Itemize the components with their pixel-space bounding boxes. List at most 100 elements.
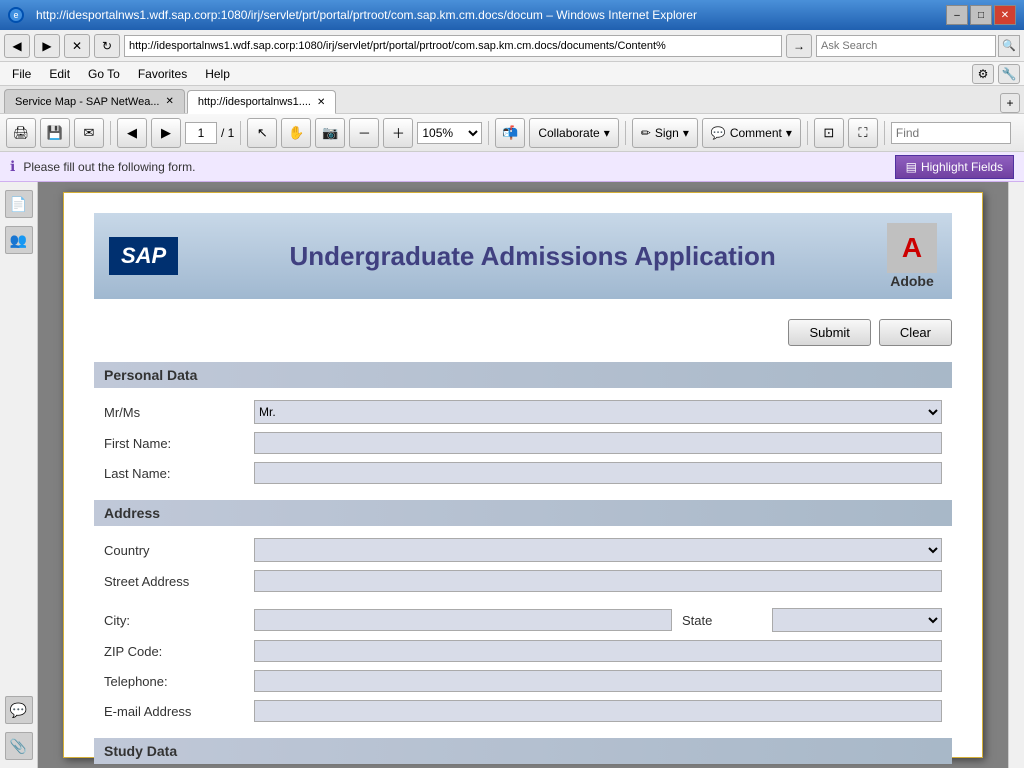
main-layout: 📄 👥 💬 📎 SAP Undergraduate Admissions App… — [0, 182, 1024, 768]
sidebar-comment-icon[interactable]: 💬 — [5, 696, 33, 724]
zoom-in-button[interactable]: ＋ — [383, 118, 413, 148]
country-label: Country — [104, 538, 244, 562]
page-number-input[interactable] — [185, 122, 217, 144]
clear-button[interactable]: Clear — [879, 319, 952, 346]
zoom-select[interactable]: 105% — [417, 122, 482, 144]
highlight-fields-button[interactable]: ▤ Highlight Fields — [895, 155, 1014, 179]
address-header: Address — [94, 500, 952, 526]
city-label: City: — [104, 613, 244, 628]
personal-data-grid: Mr/Ms Mr. Ms. Mrs. Dr. First Name: Last … — [94, 400, 952, 484]
comment-arrow: ▾ — [786, 126, 792, 140]
sidebar-pages-icon[interactable]: 📄 — [5, 190, 33, 218]
find-input[interactable] — [891, 122, 1011, 144]
refresh-button[interactable]: ↻ — [94, 34, 120, 58]
page-total: / 1 — [221, 126, 234, 140]
email-input[interactable] — [254, 700, 942, 722]
toolbar-sep-3 — [488, 121, 489, 145]
maximize-button[interactable]: □ — [970, 5, 992, 25]
notification-message: Please fill out the following form. — [23, 160, 195, 174]
study-data-header: Study Data — [94, 738, 952, 764]
notification-bar: ℹ Please fill out the following form. ▤ … — [0, 152, 1024, 182]
toolbar-sep-5 — [807, 121, 808, 145]
snapshot-button[interactable]: 📷 — [315, 118, 345, 148]
tab-service-map-label: Service Map - SAP NetWea... — [15, 96, 159, 108]
street-input[interactable] — [254, 570, 942, 592]
comment-button[interactable]: 💬 Comment ▾ — [702, 118, 801, 148]
telephone-input[interactable] — [254, 670, 942, 692]
zip-input[interactable] — [254, 640, 942, 662]
personal-data-header: Personal Data — [94, 362, 952, 388]
firstname-input[interactable] — [254, 432, 942, 454]
sign-label: Sign — [655, 126, 679, 140]
menu-bar: File Edit Go To Favorites Help ⚙ 🔧 — [0, 62, 1024, 86]
highlight-icon: ▤ — [906, 160, 917, 174]
sidebar-bookmarks-icon[interactable]: 👥 — [5, 226, 33, 254]
tab-idesportal[interactable]: http://idesportalnws1.... ✕ — [187, 90, 337, 114]
save-button[interactable]: 💾 — [40, 118, 70, 148]
sidebar-attach-icon[interactable]: 📎 — [5, 732, 33, 760]
search-submit-button[interactable]: 🔍 — [998, 35, 1020, 57]
tab-service-map-close[interactable]: ✕ — [165, 96, 173, 107]
minimize-button[interactable]: – — [946, 5, 968, 25]
content-area: SAP Undergraduate Admissions Application… — [38, 182, 1008, 768]
prev-page-button[interactable]: ◀ — [117, 118, 147, 148]
menu-favorites[interactable]: Favorites — [130, 65, 195, 83]
tools-button[interactable]: 🔧 — [998, 64, 1020, 84]
next-page-button[interactable]: ▶ — [151, 118, 181, 148]
tab-service-map[interactable]: Service Map - SAP NetWea... ✕ — [4, 89, 185, 113]
sign-icon: ✏ — [641, 126, 651, 140]
sidebar-bottom-icons: 💬 📎 — [5, 696, 33, 768]
search-input[interactable] — [816, 35, 996, 57]
sign-button[interactable]: ✏ Sign ▾ — [632, 118, 698, 148]
address-grid: Country Street Address — [94, 538, 952, 592]
mrms-select[interactable]: Mr. Ms. Mrs. Dr. — [254, 400, 942, 424]
menu-help[interactable]: Help — [197, 65, 238, 83]
menu-edit[interactable]: Edit — [41, 65, 78, 83]
comment-icon: 💬 — [711, 126, 726, 140]
country-select[interactable] — [254, 538, 942, 562]
zoom-out-button[interactable]: － — [349, 118, 379, 148]
form-header: SAP Undergraduate Admissions Application… — [94, 213, 952, 299]
tab-idesportal-close[interactable]: ✕ — [317, 97, 325, 108]
email-button[interactable]: ✉ — [74, 118, 104, 148]
tab-controls: + — [1000, 93, 1020, 113]
stamp-button[interactable]: 📬 — [495, 118, 525, 148]
zip-label: ZIP Code: — [104, 640, 244, 662]
email-label: E-mail Address — [104, 700, 244, 722]
print-button[interactable]: 🖨 — [6, 118, 36, 148]
state-label: State — [682, 613, 762, 628]
collaborate-button[interactable]: Collaborate ▾ — [529, 118, 618, 148]
sap-logo: SAP — [109, 237, 178, 275]
menu-goto[interactable]: Go To — [80, 65, 128, 83]
submit-button[interactable]: Submit — [788, 319, 870, 346]
comment-label: Comment — [730, 126, 782, 140]
telephone-label: Telephone: — [104, 670, 244, 692]
stop-button[interactable]: ✕ — [64, 34, 90, 58]
forward-button[interactable]: ▶ — [34, 34, 60, 58]
new-tab-button[interactable]: + — [1000, 93, 1020, 113]
browser-icon: e — [8, 7, 24, 23]
toolbar-sep-6 — [884, 121, 885, 145]
state-select[interactable] — [772, 608, 942, 632]
back-button[interactable]: ◀ — [4, 34, 30, 58]
contact-grid: ZIP Code: Telephone: E-mail Address — [94, 640, 952, 722]
fit-page-button[interactable]: ⊡ — [814, 118, 844, 148]
hand-tool-button[interactable]: ✋ — [281, 118, 311, 148]
adobe-logo: A Adobe — [887, 223, 937, 289]
full-screen-button[interactable]: ⛶ — [848, 118, 878, 148]
right-scrollbar[interactable] — [1008, 182, 1024, 768]
collaborate-arrow: ▾ — [604, 126, 610, 140]
lastname-input[interactable] — [254, 462, 942, 484]
sign-arrow: ▾ — [683, 126, 689, 140]
close-button[interactable]: ✕ — [994, 5, 1016, 25]
url-input[interactable] — [124, 35, 782, 57]
page-settings-button[interactable]: ⚙ — [972, 64, 994, 84]
left-sidebar: 📄 👥 💬 📎 — [0, 182, 38, 768]
select-tool-button[interactable]: ↖ — [247, 118, 277, 148]
go-button[interactable]: → — [786, 34, 812, 58]
street-label: Street Address — [104, 570, 244, 592]
city-input[interactable] — [254, 609, 672, 631]
form-title: Undergraduate Admissions Application — [178, 241, 887, 272]
menu-file[interactable]: File — [4, 65, 39, 83]
notification-icon: ℹ — [10, 158, 15, 175]
